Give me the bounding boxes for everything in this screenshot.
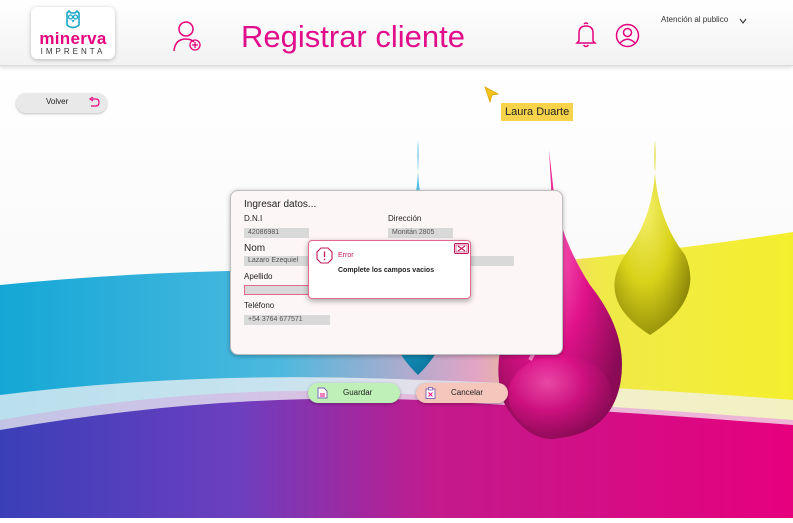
dni-field[interactable]: 42086981: [244, 228, 309, 238]
brand-logo[interactable]: minerva IMPRENTA: [31, 7, 115, 59]
direccion-label: Dirección: [388, 214, 422, 223]
dni-label: D.N.I: [244, 214, 263, 223]
telefono-label: Teléfono: [244, 301, 275, 310]
logo-subtitle: IMPRENTA: [40, 47, 106, 56]
save-button[interactable]: Guardar: [308, 383, 400, 403]
nombre-label: Nom: [244, 243, 266, 254]
close-icon: [455, 244, 468, 253]
telefono-field[interactable]: +54 3764 677571: [244, 315, 330, 325]
return-arrow-icon: [88, 97, 100, 107]
user-add-icon[interactable]: [172, 20, 202, 52]
page-title: Registrar cliente: [241, 19, 465, 54]
apellido-field[interactable]: [244, 285, 309, 295]
secondary-field[interactable]: [468, 256, 514, 266]
save-document-icon: [317, 387, 328, 399]
back-button[interactable]: Volver: [16, 93, 107, 113]
form-title: Ingresar datos...: [244, 199, 317, 210]
back-button-label: Volver: [46, 97, 69, 106]
apellido-label: Apellido: [244, 272, 273, 281]
role-selector-label[interactable]: Atención al publico: [661, 15, 728, 24]
chevron-down-icon[interactable]: [739, 18, 747, 25]
bell-icon[interactable]: [575, 22, 597, 48]
cursor-arrow-icon: [484, 86, 500, 103]
direccion-field[interactable]: Monitán 2805: [388, 228, 453, 238]
error-dialog: Error Complete los campos vacios: [308, 240, 471, 299]
owl-icon: [66, 10, 80, 29]
profile-icon[interactable]: [615, 23, 640, 48]
collaborator-name-tag: Laura Duarte: [501, 103, 574, 121]
logo-name: minerva: [39, 29, 107, 48]
error-title: Error: [338, 252, 354, 259]
cancel-button-label: Cancelar: [451, 388, 484, 397]
error-message: Complete los campos vacios: [338, 267, 435, 274]
alert-octagon-icon: [316, 247, 333, 264]
close-button[interactable]: [454, 243, 469, 254]
save-button-label: Guardar: [343, 388, 373, 397]
cancel-button[interactable]: Cancelar: [416, 383, 508, 403]
clipboard-cancel-icon: [425, 387, 436, 399]
app-header: minerva IMPRENTA Registrar cliente Atenc…: [0, 0, 793, 66]
nombre-field[interactable]: Lazaro Ezequiel: [244, 256, 309, 266]
bottom-strip: [0, 518, 793, 523]
